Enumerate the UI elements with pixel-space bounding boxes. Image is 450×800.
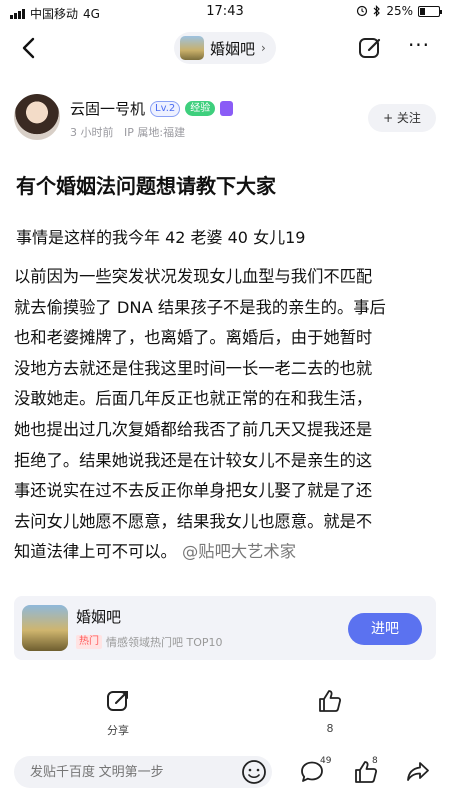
share-action[interactable]: 分享	[88, 688, 148, 738]
forum-avatar	[180, 36, 204, 60]
like-count: 8	[326, 722, 334, 735]
like-action[interactable]: 8	[300, 688, 360, 735]
forum-card-avatar	[22, 605, 68, 651]
post-body-line: 拒绝了。结果她说我还是在计较女儿不是亲生的这	[14, 450, 373, 470]
battery-percent: 25%	[386, 4, 413, 18]
bottom-like-count: 8	[372, 756, 378, 766]
level-badge: Lv.2	[150, 100, 181, 117]
vip-badge-icon	[220, 101, 234, 116]
post-body-line: 事还说实在过不去反正你单身把女儿娶了就是了还	[14, 481, 373, 501]
share-icon	[107, 691, 128, 711]
share-arrow-icon[interactable]	[404, 758, 432, 786]
reply-input[interactable]	[14, 756, 272, 788]
forum-card[interactable]: 婚姻吧 热门 情感领域热门吧 TOP10 进吧	[14, 596, 436, 660]
post-title: 有个婚姻法问题想请教下大家	[16, 174, 276, 198]
battery-icon	[418, 5, 442, 17]
follow-button[interactable]: + 关注	[368, 104, 436, 132]
status-bar: 中国移动 4G 17:43 25%	[0, 0, 450, 24]
emoji-icon[interactable]	[240, 758, 268, 786]
edit-icon[interactable]	[356, 34, 384, 62]
post-body-line: 没敢她走。后面几年反正也就正常的在和我生活，	[14, 389, 373, 409]
back-arrow-icon[interactable]	[18, 34, 42, 62]
bottom-bar: 49 8	[0, 746, 450, 800]
post-body-line: 就去偷摸验了 DNA 结果孩子不是我的亲生的。事后	[14, 297, 386, 317]
forum-card-name: 婚姻吧	[76, 608, 122, 626]
post-body-line: 以前因为一些突发状况发现女儿血型与我们不匹配	[14, 267, 373, 286]
forum-pill[interactable]: 婚姻吧 ›	[174, 32, 276, 64]
forum-card-subtitle: 情感领域热门吧 TOP10	[106, 636, 223, 649]
post-body-line: 没地方去就还是住我这里时间一长一老二去的也就	[14, 358, 373, 378]
watermark: @贴吧大艺术家	[182, 542, 296, 562]
hot-badge: 热门	[76, 635, 102, 649]
share-label: 分享	[107, 724, 129, 737]
post-body-line: 知道法律上可不可以。	[14, 542, 177, 562]
post-intro: 事情是这样的我今年 42 老婆 40 女儿19	[16, 228, 306, 247]
enter-forum-button[interactable]: 进吧	[348, 613, 422, 645]
more-menu-button[interactable]: ···	[404, 34, 434, 62]
experience-badge: 经验	[185, 101, 216, 116]
chevron-right-icon: ›	[261, 41, 266, 55]
post-body-line: 她也提出过几次复婚都给我否了前几天又提我还是	[14, 419, 373, 439]
post-body-line: 去问女儿她愿不愿意，结果我女儿也愿意。就是不	[14, 511, 373, 531]
forum-pill-name: 婚姻吧	[210, 39, 256, 58]
nav-bar: 婚姻吧 › ···	[0, 28, 450, 68]
bluetooth-icon	[373, 5, 381, 17]
thumbs-up-icon	[319, 690, 342, 712]
author-row: 云固一号机 Lv.2 经验 3 小时前 IP 属地:福建 + 关注	[14, 94, 440, 144]
comment-count: 49	[320, 756, 332, 766]
alarm-icon	[357, 5, 368, 17]
ip-location: IP 属地:福建	[124, 126, 186, 139]
post-time: 3 小时前	[70, 126, 114, 139]
author-avatar[interactable]	[14, 94, 60, 140]
post-body: 以前因为一些突发状况发现女儿血型与我们不匹配 就去偷摸验了 DNA 结果孩子不是…	[14, 262, 438, 568]
post-body-line: 也和老婆摊牌了，也离婚了。离婚后，由于她暂时	[14, 328, 373, 348]
author-name[interactable]: 云固一号机	[70, 98, 145, 119]
